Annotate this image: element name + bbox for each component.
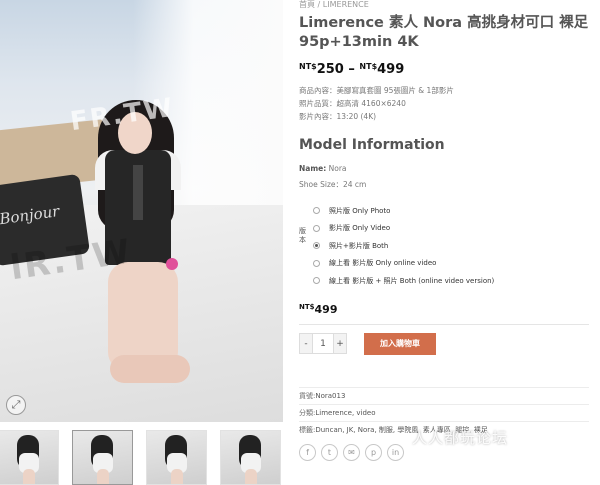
- radio-icon[interactable]: [313, 277, 320, 285]
- price-dash: –: [348, 62, 355, 77]
- radio-icon[interactable]: [313, 259, 320, 267]
- tags-label: 標籤:: [299, 425, 316, 434]
- version-option-label: 影片版 Only Video: [329, 224, 391, 233]
- breadcrumb-current[interactable]: LIMERENCE: [323, 0, 369, 9]
- model-name-label: Name:: [299, 164, 327, 173]
- version-label: 版本: [299, 227, 306, 244]
- breadcrumb-separator: /: [317, 0, 321, 9]
- price-low-currency: NT$: [299, 62, 317, 71]
- sku-label: 貨號:: [299, 391, 316, 400]
- category-label: 分類:: [299, 408, 316, 417]
- version-option-label: 照片版 Only Photo: [329, 206, 391, 215]
- version-option-3[interactable]: 照片+影片版 Both: [313, 237, 589, 255]
- model-name-value: Nora: [328, 164, 347, 173]
- category-line: 分類:Limerence, video: [299, 403, 589, 421]
- sku-value: Nora013: [315, 391, 346, 400]
- thumbnail-4[interactable]: [220, 430, 281, 485]
- version-option-1[interactable]: 照片版 Only Photo: [313, 202, 589, 220]
- model-tie: [133, 165, 143, 220]
- linkedin-icon[interactable]: in: [387, 443, 404, 461]
- add-to-cart-form: - 1 + 加入購物車: [299, 332, 589, 355]
- model-name-line: Name: Nora: [299, 161, 589, 177]
- thumbnail-1[interactable]: [0, 430, 59, 485]
- quantity-stepper: - 1 +: [299, 333, 347, 354]
- model-shoe-line: Shoe Size：24 cm: [299, 177, 589, 193]
- radio-icon[interactable]: [313, 207, 320, 215]
- version-option-5[interactable]: 線上看 影片版 + 照片 Both (online video version): [313, 272, 589, 290]
- price-low: 250: [316, 62, 344, 77]
- version-option-label: 線上看 影片版 + 照片 Both (online video version): [329, 276, 495, 285]
- variant-price-value: 499: [314, 302, 338, 316]
- zoom-icon[interactable]: ⤢: [6, 395, 26, 415]
- divider: [299, 323, 589, 325]
- product-meta-info: 商品內容：美腳寫真套圖 95張圖片 & 1部影片 照片品質：超高清 4160×6…: [299, 84, 589, 123]
- category-links[interactable]: Limerence, video: [315, 409, 375, 417]
- meta-line-content: 商品內容：美腳寫真套圖 95張圖片 & 1部影片: [299, 86, 454, 95]
- version-option-2[interactable]: 影片版 Only Video: [313, 220, 589, 238]
- version-option-label: 線上看 影片版 Only online video: [329, 259, 437, 268]
- forum-watermark: 人人都玩论坛: [412, 429, 509, 447]
- price-range: NT$250 – NT$499: [299, 62, 589, 77]
- model-shoe-value: 24 cm: [343, 180, 367, 189]
- facebook-icon[interactable]: f: [299, 443, 316, 461]
- main-product-image[interactable]: Bonjour FR.TW lR.TW ⤢: [0, 0, 283, 422]
- model-info: Name: Nora Shoe Size：24 cm: [299, 161, 589, 193]
- twitter-icon[interactable]: t: [321, 443, 338, 461]
- radio-checked-icon[interactable]: [313, 242, 320, 250]
- thumbnail-3[interactable]: [146, 430, 207, 485]
- version-options: 版本 照片版 Only Photo 影片版 Only Video 照片+影片版 …: [299, 202, 589, 290]
- model-shoe-label: Shoe Size：: [299, 180, 343, 189]
- thumbnail-strip: [0, 430, 283, 485]
- meta-line-quality: 照片品質：超高清 4160×6240: [299, 99, 406, 108]
- variant-currency: NT$: [299, 302, 315, 311]
- breadcrumb: 首頁 / LIMERENCE: [299, 0, 589, 12]
- sku-line: 貨號:Nora013: [299, 386, 589, 404]
- radio-icon[interactable]: [313, 224, 320, 232]
- version-option-label: 照片+影片版 Both: [329, 241, 389, 250]
- model-info-heading: Model Information: [299, 137, 445, 153]
- quantity-plus-button[interactable]: +: [334, 334, 346, 353]
- product-title: Limerence 素人 Nora 高挑身材可口 裸足 95p+13min 4K: [299, 15, 589, 50]
- quantity-input[interactable]: 1: [312, 334, 334, 353]
- pink-marker: [166, 258, 178, 270]
- quantity-minus-button[interactable]: -: [300, 334, 312, 353]
- model-feet: [110, 355, 190, 383]
- meta-line-video: 影片內容：13:20 (4K): [299, 112, 377, 121]
- add-to-cart-button[interactable]: 加入購物車: [364, 332, 436, 355]
- version-option-4[interactable]: 線上看 影片版 Only online video: [313, 255, 589, 273]
- price-high: 499: [377, 62, 405, 77]
- variant-price: NT$499: [299, 303, 589, 316]
- price-high-currency: NT$: [359, 62, 378, 71]
- breadcrumb-home[interactable]: 首頁: [299, 0, 315, 9]
- product-gallery: Bonjour FR.TW lR.TW ⤢: [0, 0, 283, 485]
- pillow-text: Bonjour: [0, 201, 61, 229]
- email-icon[interactable]: ✉: [343, 443, 360, 461]
- thumbnail-2[interactable]: [72, 430, 133, 485]
- product-summary: 首頁 / LIMERENCE Limerence 素人 Nora 高挑身材可口 …: [299, 0, 589, 461]
- pinterest-icon[interactable]: p: [365, 443, 382, 461]
